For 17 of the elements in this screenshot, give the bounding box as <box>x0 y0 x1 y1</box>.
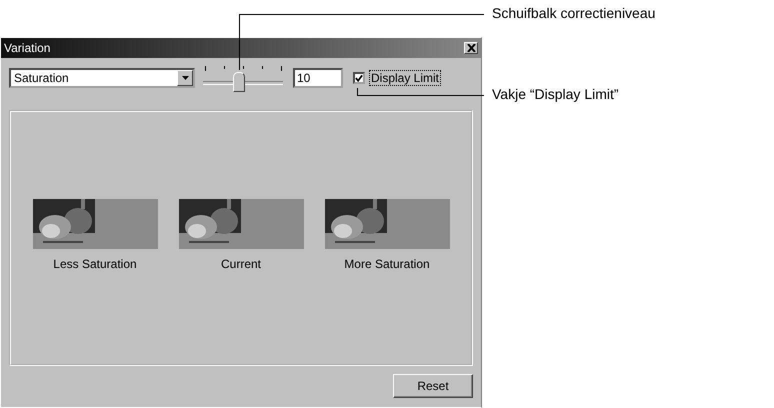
dropdown-arrow-button[interactable] <box>177 70 193 86</box>
display-limit-label[interactable]: Display Limit <box>369 70 442 86</box>
close-icon <box>466 44 476 52</box>
callout-label: Schuifbalk correctieniveau <box>492 5 656 21</box>
variation-label: Current <box>220 257 261 271</box>
variation-label: Less Saturation <box>53 257 137 271</box>
reset-button[interactable]: Reset <box>393 374 473 398</box>
correction-slider[interactable] <box>203 63 283 93</box>
variation-label: More Saturation <box>344 257 430 271</box>
window-title: Variation <box>4 41 50 55</box>
adjustment-dropdown[interactable]: Saturation <box>9 68 195 88</box>
level-input-field[interactable]: 10 <box>293 68 343 88</box>
display-limit-checkbox[interactable] <box>353 72 365 84</box>
slider-thumb[interactable] <box>233 72 245 92</box>
callout-label: Vakje “Display Limit” <box>492 86 619 102</box>
caret-icon <box>182 76 188 80</box>
close-button[interactable] <box>464 42 478 54</box>
